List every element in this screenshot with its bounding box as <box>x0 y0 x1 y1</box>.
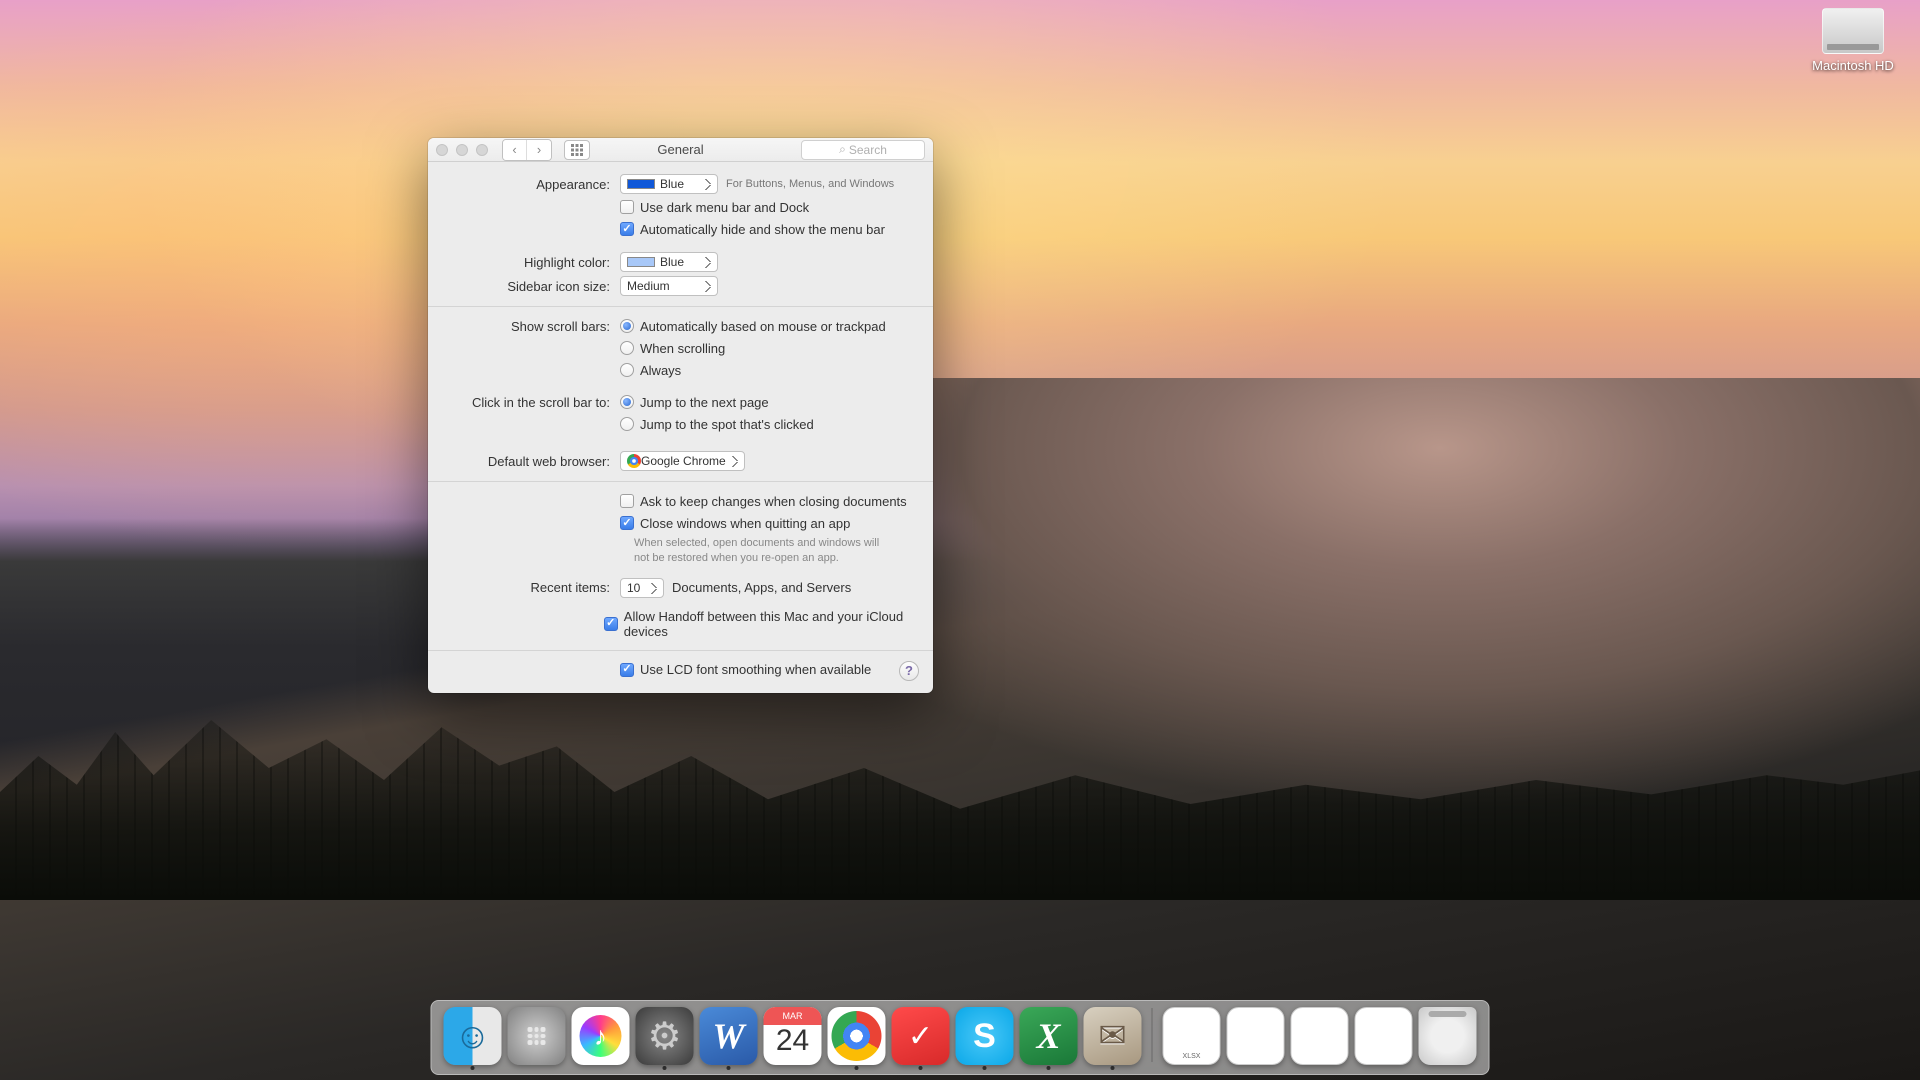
scroll-auto-radio[interactable]: Automatically based on mouse or trackpad <box>620 318 886 335</box>
dock-trash[interactable] <box>1419 1007 1477 1070</box>
dock-separator <box>1152 1008 1153 1062</box>
recent-hint: Documents, Apps, and Servers <box>672 580 851 595</box>
grid-icon <box>571 144 583 156</box>
dock-skype[interactable] <box>956 1007 1014 1070</box>
show-all-button[interactable] <box>564 140 590 160</box>
dock-minimized-window-3[interactable] <box>1355 1007 1413 1070</box>
dock-chrome[interactable] <box>828 1007 886 1070</box>
dark-menubar-checkbox[interactable]: Use dark menu bar and Dock <box>620 199 809 216</box>
dock-launchpad[interactable] <box>508 1007 566 1070</box>
highlight-select[interactable]: Blue <box>620 252 718 272</box>
finder-icon <box>444 1007 502 1065</box>
launchpad-icon <box>508 1007 566 1065</box>
search-icon: ⌕ <box>839 142 846 157</box>
appearance-hint: For Buttons, Menus, and Windows <box>726 178 894 190</box>
dock-minimized-window-2[interactable] <box>1291 1007 1349 1070</box>
desktop-drive-icon[interactable]: Macintosh HD <box>1808 8 1898 73</box>
sidebar-size-select[interactable]: Medium <box>620 276 718 296</box>
dock-calendar[interactable]: MAR24 <box>764 1007 822 1070</box>
scrollbars-label: Show scroll bars: <box>444 319 620 334</box>
dock-finder[interactable] <box>444 1007 502 1070</box>
click-nextpage-radio[interactable]: Jump to the next page <box>620 394 769 411</box>
highlight-label: Highlight color: <box>444 255 620 270</box>
system-preferences-icon <box>636 1007 694 1065</box>
lcd-checkbox[interactable]: Use LCD font smoothing when available <box>620 661 871 678</box>
close-windows-checkbox[interactable]: Close windows when quitting an app <box>620 515 850 532</box>
ask-changes-checkbox[interactable]: Ask to keep changes when closing documen… <box>620 493 907 510</box>
document-icon <box>1163 1007 1221 1065</box>
drive-label: Macintosh HD <box>1812 58 1894 73</box>
recent-label: Recent items: <box>444 580 620 595</box>
minimize-button[interactable] <box>456 144 468 156</box>
click-spot-radio[interactable]: Jump to the spot that's clicked <box>620 416 814 433</box>
appearance-select[interactable]: Blue <box>620 174 718 194</box>
window-thumbnail-icon <box>1291 1007 1349 1065</box>
chrome-icon <box>828 1007 886 1065</box>
window-title: General <box>657 142 703 157</box>
dock-itunes[interactable] <box>572 1007 630 1070</box>
word-icon <box>700 1007 758 1065</box>
dock-system-preferences[interactable] <box>636 1007 694 1070</box>
dock-word[interactable] <box>700 1007 758 1070</box>
forward-button[interactable]: › <box>527 140 551 160</box>
autohide-menubar-checkbox[interactable]: Automatically hide and show the menu bar <box>620 221 885 238</box>
todoist-icon <box>892 1007 950 1065</box>
back-button[interactable]: ‹ <box>503 140 527 160</box>
trash-icon <box>1419 1007 1477 1065</box>
close-windows-hint: When selected, open documents and window… <box>428 534 898 570</box>
dock-todoist[interactable] <box>892 1007 950 1070</box>
chrome-icon <box>627 454 641 468</box>
calendar-icon: MAR24 <box>764 1007 822 1065</box>
excel-icon <box>1020 1007 1078 1065</box>
zoom-button[interactable] <box>476 144 488 156</box>
search-input[interactable]: ⌕ Search <box>801 140 925 160</box>
handoff-checkbox[interactable]: Allow Handoff between this Mac and your … <box>604 608 917 640</box>
window-controls <box>436 144 488 156</box>
dock-mail[interactable] <box>1084 1007 1142 1070</box>
itunes-icon <box>572 1007 630 1065</box>
mail-icon <box>1084 1007 1142 1065</box>
dock: MAR24 <box>431 1000 1490 1075</box>
window-titlebar[interactable]: ‹ › General ⌕ Search <box>428 138 933 162</box>
scroll-when-radio[interactable]: When scrolling <box>620 340 725 357</box>
skype-icon <box>956 1007 1014 1065</box>
dock-minimized-xlsx[interactable] <box>1163 1007 1221 1070</box>
appearance-label: Appearance: <box>444 177 620 192</box>
browser-select[interactable]: Google Chrome <box>620 451 745 471</box>
dock-excel[interactable] <box>1020 1007 1078 1070</box>
sidebar-size-label: Sidebar icon size: <box>444 279 620 294</box>
hard-drive-icon <box>1822 8 1884 54</box>
scroll-always-radio[interactable]: Always <box>620 362 681 379</box>
click-scrollbar-label: Click in the scroll bar to: <box>444 395 620 410</box>
system-preferences-general-window: ‹ › General ⌕ Search Appearance: Blue Fo… <box>428 138 933 693</box>
window-thumbnail-icon <box>1227 1007 1285 1065</box>
recent-select[interactable]: 10 <box>620 578 664 598</box>
window-thumbnail-icon <box>1355 1007 1413 1065</box>
wallpaper-mountain <box>0 378 1920 1080</box>
browser-label: Default web browser: <box>444 454 620 469</box>
close-button[interactable] <box>436 144 448 156</box>
dock-minimized-window-1[interactable] <box>1227 1007 1285 1070</box>
help-button[interactable]: ? <box>899 661 919 681</box>
